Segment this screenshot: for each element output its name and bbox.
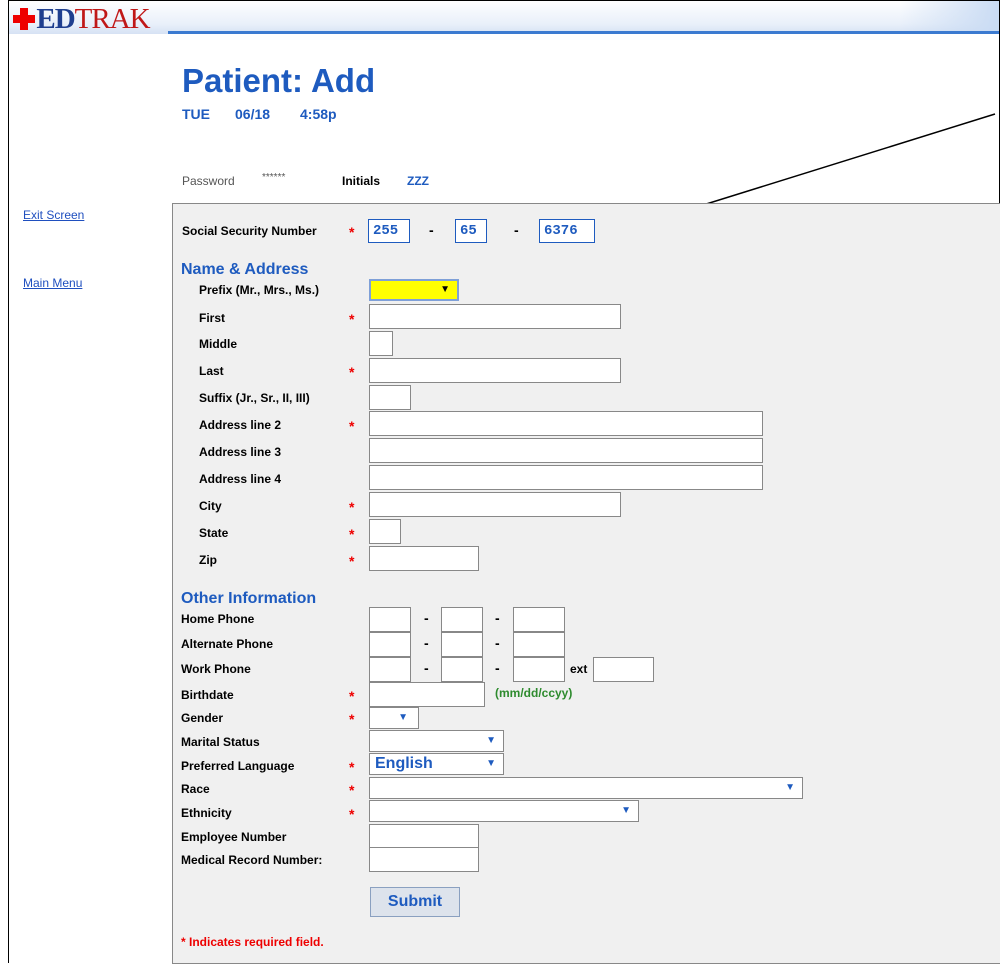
home-phone-area-input[interactable] — [369, 607, 411, 632]
alt-phone-dash-2: - — [495, 635, 500, 651]
middle-initial-input[interactable] — [369, 331, 393, 356]
ssn-dash-1: - — [429, 222, 434, 238]
alt-phone-area-input[interactable] — [369, 632, 411, 657]
race-select[interactable]: ▼ — [369, 777, 803, 799]
time-label: 4:58p — [300, 106, 337, 122]
medical-cross-icon — [13, 8, 35, 30]
suffix-label: Suffix (Jr., Sr., II, III) — [199, 391, 310, 405]
alt-phone-dash-1: - — [424, 635, 429, 651]
chevron-down-icon: ▼ — [486, 758, 496, 769]
gender-select[interactable]: ▼ — [369, 707, 419, 729]
zip-required-marker: * — [349, 553, 355, 569]
alt-phone-label: Alternate Phone — [181, 637, 274, 651]
work-phone-dash-1: - — [424, 660, 429, 676]
ethnicity-select[interactable]: ▼ — [369, 800, 639, 822]
zip-label: Zip — [199, 553, 217, 567]
name-address-heading: Name & Address — [181, 261, 309, 278]
date-label: 06/18 — [235, 106, 271, 122]
state-input[interactable] — [369, 519, 401, 544]
ethnicity-required-marker: * — [349, 806, 355, 822]
ssn-part3-input[interactable]: 6376 — [539, 219, 595, 243]
address-line4-input[interactable] — [369, 465, 763, 490]
state-required-marker: * — [349, 526, 355, 542]
work-phone-area-input[interactable] — [369, 657, 411, 682]
password-value: ****** — [262, 172, 286, 183]
middle-label: Middle — [199, 337, 237, 351]
last-label: Last — [199, 364, 224, 378]
ssn-part1-input[interactable]: 255 — [368, 219, 410, 243]
ssn-dash-2: - — [514, 222, 519, 238]
language-label: Preferred Language — [181, 759, 295, 773]
page-title: Patient: Add — [182, 62, 376, 99]
main-menu-link[interactable]: Main Menu — [23, 276, 82, 290]
required-note: * Indicates required field. — [181, 935, 324, 949]
marital-status-label: Marital Status — [181, 735, 260, 749]
race-required-marker: * — [349, 782, 355, 798]
chevron-down-icon: ▼ — [785, 782, 795, 793]
gender-required-marker: * — [349, 711, 355, 727]
gender-label: Gender — [181, 711, 224, 725]
first-required-marker: * — [349, 311, 355, 327]
chevron-down-icon: ▼ — [398, 712, 408, 723]
prefix-select[interactable]: ▼ — [369, 279, 459, 301]
mrn-input[interactable] — [369, 847, 479, 872]
address2-required-marker: * — [349, 418, 355, 434]
city-required-marker: * — [349, 499, 355, 515]
language-select[interactable]: English ▼ — [369, 753, 504, 775]
submit-button[interactable]: Submit — [370, 887, 460, 917]
address4-label: Address line 4 — [199, 472, 282, 486]
ssn-part2-input[interactable]: 65 — [455, 219, 487, 243]
home-phone-dash-1: - — [424, 610, 429, 626]
chevron-down-icon: ▼ — [486, 735, 496, 746]
employee-number-label: Employee Number — [181, 830, 287, 844]
birthdate-format-hint: (mm/dd/ccyy) — [495, 686, 573, 700]
other-info-heading: Other Information — [181, 590, 317, 607]
alt-phone-prefix-input[interactable] — [441, 632, 483, 657]
home-phone-line-input[interactable] — [513, 607, 565, 632]
employee-number-input[interactable] — [369, 824, 479, 849]
birthdate-label: Birthdate — [181, 688, 234, 702]
password-label: Password — [182, 174, 235, 188]
work-phone-line-input[interactable] — [513, 657, 565, 682]
marital-status-select[interactable]: ▼ — [369, 730, 504, 752]
ethnicity-label: Ethnicity — [181, 806, 232, 820]
ssn-required-marker: * — [349, 224, 355, 240]
work-phone-ext-input[interactable] — [593, 657, 654, 682]
city-input[interactable] — [369, 492, 621, 517]
first-label: First — [199, 311, 226, 325]
home-phone-prefix-input[interactable] — [441, 607, 483, 632]
alt-phone-line-input[interactable] — [513, 632, 565, 657]
first-name-input[interactable] — [369, 304, 621, 329]
language-selected-value: English — [375, 755, 433, 772]
birthdate-input[interactable] — [369, 682, 485, 707]
race-label: Race — [181, 782, 210, 796]
city-label: City — [199, 499, 222, 513]
initials-value: ZZZ — [407, 174, 429, 188]
last-name-input[interactable] — [369, 358, 621, 383]
home-phone-label: Home Phone — [181, 612, 255, 626]
day-label: TUE — [182, 106, 210, 122]
ssn-label: Social Security Number — [182, 224, 317, 238]
mrn-label: Medical Record Number: — [181, 853, 323, 867]
exit-screen-link[interactable]: Exit Screen — [23, 208, 84, 222]
work-phone-prefix-input[interactable] — [441, 657, 483, 682]
ext-label: ext — [570, 662, 588, 676]
home-phone-dash-2: - — [495, 610, 500, 626]
zip-input[interactable] — [369, 546, 479, 571]
address3-label: Address line 3 — [199, 445, 282, 459]
work-phone-label: Work Phone — [181, 662, 251, 676]
birthdate-required-marker: * — [349, 688, 355, 704]
initials-label: Initials — [342, 174, 381, 188]
last-required-marker: * — [349, 364, 355, 380]
chevron-down-icon: ▼ — [440, 284, 450, 295]
language-required-marker: * — [349, 759, 355, 775]
chevron-down-icon: ▼ — [621, 805, 631, 816]
prefix-label: Prefix (Mr., Mrs., Ms.) — [199, 283, 320, 297]
address-line2-input[interactable] — [369, 411, 763, 436]
address2-label: Address line 2 — [199, 418, 282, 432]
address-line3-input[interactable] — [369, 438, 763, 463]
suffix-input[interactable] — [369, 385, 411, 410]
state-label: State — [199, 526, 229, 540]
work-phone-dash-2: - — [495, 660, 500, 676]
